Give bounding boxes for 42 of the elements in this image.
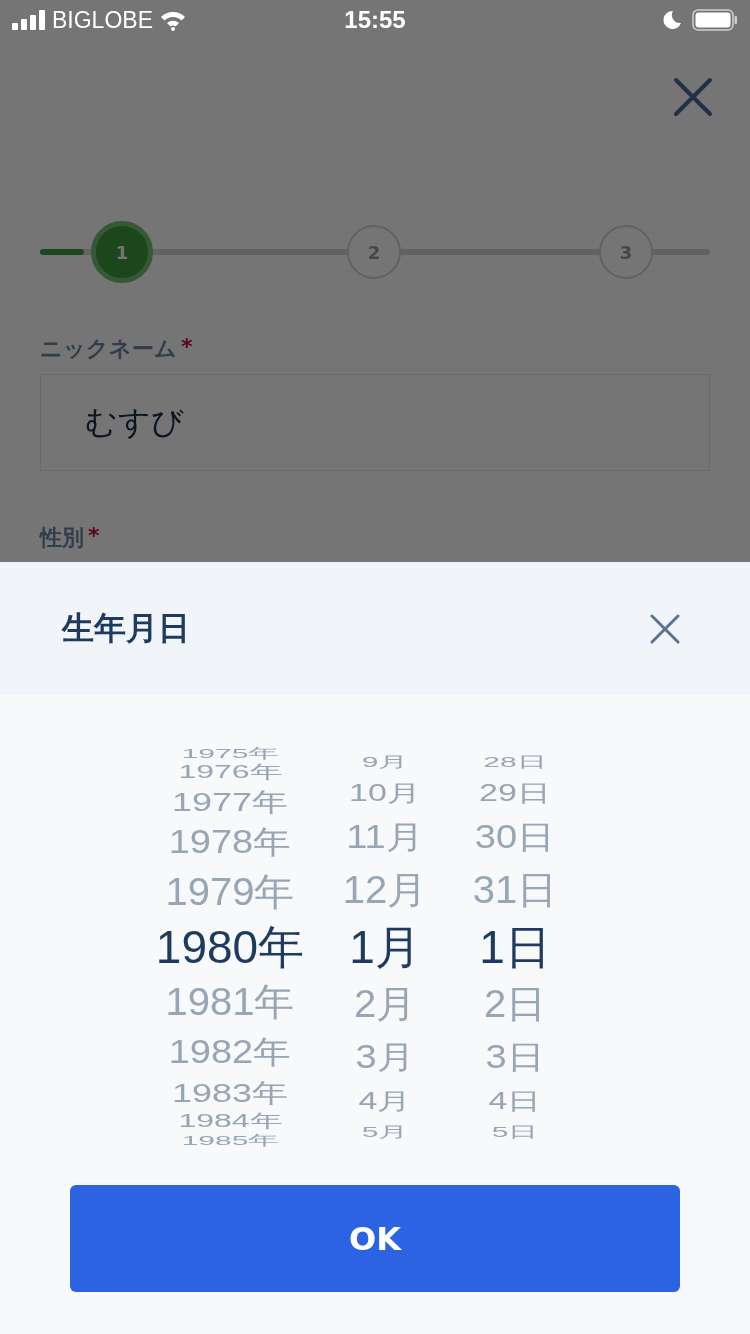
picker-option[interactable]: 1983年: [171, 1079, 289, 1106]
wifi-icon: [159, 9, 187, 31]
nickname-field[interactable]: むすび: [40, 374, 710, 471]
picker-option[interactable]: 1日: [479, 918, 551, 976]
picker-option[interactable]: 9月: [361, 756, 409, 768]
picker-option[interactable]: 1980年: [155, 919, 305, 975]
required-mark: *: [181, 334, 193, 359]
picker-option[interactable]: 28日: [483, 756, 547, 768]
picker-option[interactable]: 1月: [349, 918, 421, 976]
picker-option[interactable]: 1978年: [168, 822, 292, 862]
sheet-title: 生年月日: [62, 607, 190, 649]
picker-option[interactable]: 5日: [491, 1126, 539, 1138]
picker-option[interactable]: 12月: [342, 863, 428, 917]
picker-option[interactable]: 1981年: [165, 976, 295, 1028]
battery-icon: [692, 9, 738, 31]
signal-icon: [12, 10, 46, 30]
step-circle: 1: [91, 221, 153, 283]
close-icon[interactable]: [673, 77, 713, 117]
clock-time: 15:55: [344, 6, 406, 34]
carrier-name: BIGLOBE: [52, 6, 153, 34]
picker-option[interactable]: 3日: [485, 1035, 545, 1079]
picker-option[interactable]: 31日: [472, 863, 558, 917]
picker-option[interactable]: 1977年: [171, 788, 289, 815]
moon-icon: [662, 10, 682, 30]
picker-option[interactable]: 3月: [355, 1035, 415, 1079]
picker-option[interactable]: 5月: [361, 1126, 409, 1138]
field-label: 性別: [40, 524, 84, 552]
ok-button[interactable]: OK: [70, 1185, 680, 1292]
picker-option[interactable]: 29日: [479, 780, 551, 806]
close-icon[interactable]: [650, 613, 680, 644]
picker-option[interactable]: 11月: [346, 815, 424, 859]
picker-option[interactable]: 2日: [483, 977, 547, 1031]
progress-fill: [40, 249, 84, 255]
required-mark: *: [88, 523, 100, 548]
picker-option[interactable]: 2月: [353, 977, 417, 1031]
picker-option[interactable]: 10月: [349, 780, 421, 806]
picker-option[interactable]: 4日: [488, 1088, 542, 1114]
field-label: ニックネーム: [40, 335, 177, 363]
picker-option[interactable]: 1982年: [168, 1032, 292, 1072]
picker-option[interactable]: 30日: [474, 815, 556, 859]
picker-option[interactable]: 1979年: [165, 866, 295, 918]
picker-option[interactable]: 4月: [358, 1088, 412, 1114]
